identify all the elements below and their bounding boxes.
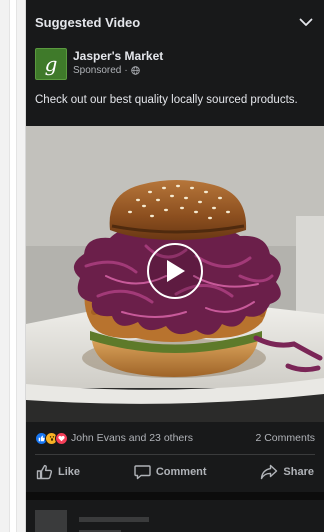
love-icon (55, 431, 68, 445)
device-frame-inner (9, 0, 17, 532)
share-icon (261, 464, 278, 480)
avatar-logo-letter: g (44, 52, 58, 76)
share-label: Share (283, 466, 314, 478)
comments-count[interactable]: 2 Comments (255, 432, 315, 444)
placeholder-line (79, 517, 149, 522)
like-button[interactable]: Like (36, 464, 80, 480)
placeholder-lines (79, 517, 149, 532)
post-caption: Check out our best quality locally sourc… (35, 94, 298, 106)
globe-icon (130, 66, 140, 75)
post-header: g Jasper's Market Sponsored · (26, 44, 324, 84)
post-author-block: Jasper's Market Sponsored · (73, 48, 163, 76)
share-button[interactable]: Share (260, 464, 314, 480)
comment-label: Comment (155, 466, 207, 478)
sponsored-label[interactable]: Sponsored (73, 65, 121, 76)
suggested-video-header: Suggested Video (26, 0, 324, 44)
chevron-down-icon (299, 18, 313, 26)
page-avatar[interactable]: g (35, 48, 67, 80)
feed-separator (26, 492, 324, 500)
play-icon (167, 260, 185, 282)
next-post-placeholder (26, 500, 324, 532)
collapse-button[interactable] (296, 12, 316, 32)
feed-screen: Suggested Video g Jasper's Market Sponso… (26, 0, 324, 532)
thumbs-up-icon (36, 464, 53, 480)
comment-button[interactable]: Comment (134, 464, 207, 480)
reactions-summary: John Evans and 23 others 2 Comments (26, 422, 324, 454)
reactions-left[interactable]: John Evans and 23 others (35, 431, 194, 445)
screenshot-page: Suggested Video g Jasper's Market Sponso… (0, 0, 324, 532)
post-meta: Sponsored · (73, 65, 163, 76)
page-name-link[interactable]: Jasper's Market (73, 49, 163, 63)
reactions-text: John Evans and 23 others (71, 432, 194, 444)
play-button[interactable] (147, 243, 203, 299)
placeholder-avatar (35, 510, 67, 532)
section-title: Suggested Video (35, 14, 141, 30)
post-action-bar: Like Comment Share (26, 455, 324, 489)
video-player[interactable] (26, 126, 324, 422)
meta-separator: · (124, 65, 128, 76)
comment-icon (134, 465, 151, 480)
device-frame-edge (0, 0, 26, 532)
like-label: Like (58, 466, 81, 478)
